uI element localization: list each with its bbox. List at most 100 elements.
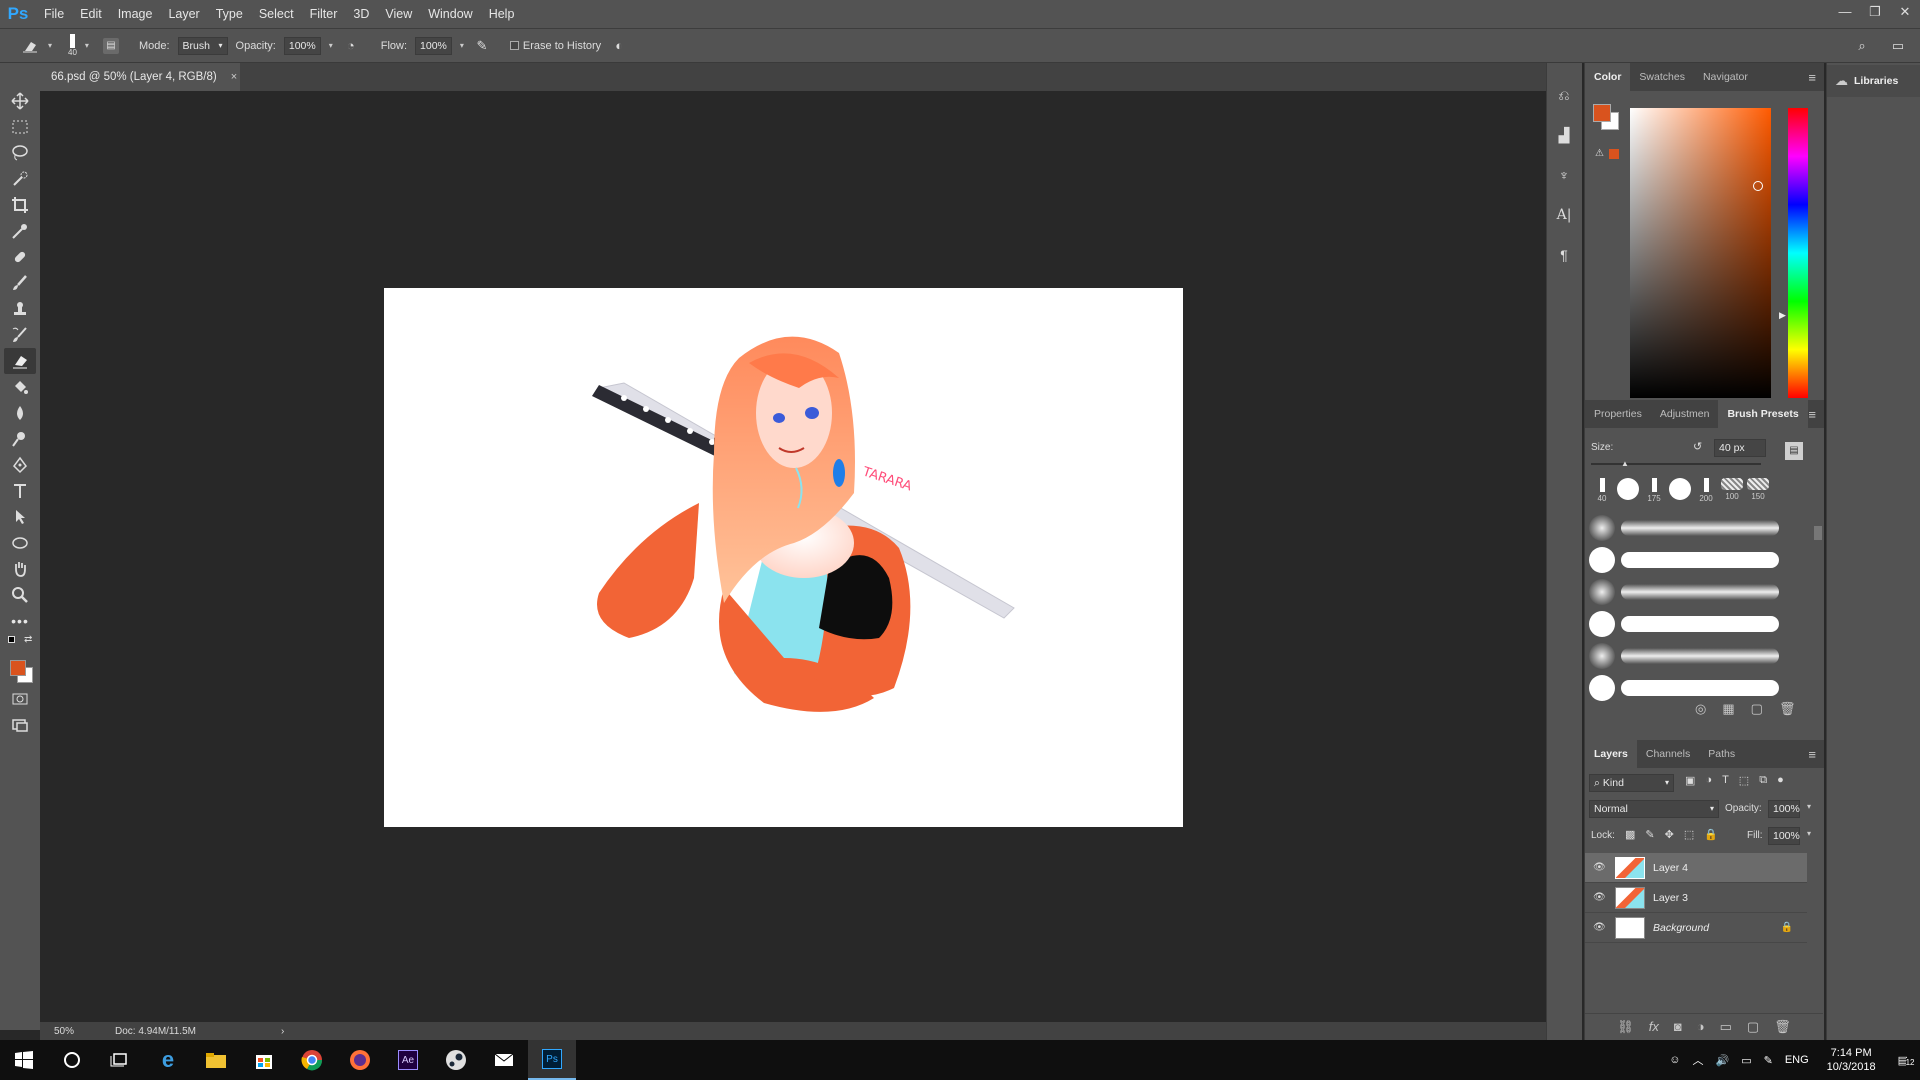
slider-handle[interactable]: ▲ xyxy=(1621,459,1629,468)
brush-tool-icon[interactable] xyxy=(4,270,36,296)
microsoft-store-icon[interactable] xyxy=(240,1040,288,1080)
mail-icon[interactable] xyxy=(480,1040,528,1080)
foreground-color-swatch[interactable] xyxy=(10,660,26,676)
tab-layers[interactable]: Layers xyxy=(1585,740,1637,768)
saturation-value-field[interactable] xyxy=(1630,108,1771,398)
brush-size-preview[interactable]: 40 xyxy=(68,34,77,57)
hue-slider[interactable] xyxy=(1788,108,1808,398)
add-mask-icon[interactable]: ◙ xyxy=(1674,1019,1682,1039)
lock-position-icon[interactable]: ✥ xyxy=(1665,828,1674,841)
layer-opacity-field[interactable]: 100% xyxy=(1768,800,1800,818)
photoshop-taskbar-icon[interactable]: Ps xyxy=(528,1040,576,1080)
ellipse-tool-icon[interactable] xyxy=(4,530,36,556)
clone-stamp-tool-icon[interactable] xyxy=(4,296,36,322)
chevron-down-icon[interactable]: ▾ xyxy=(1807,829,1811,838)
restore-icon[interactable]: ❐ xyxy=(1860,0,1890,28)
delete-brush-icon[interactable]: 🗑 xyxy=(1779,701,1796,717)
chevron-down-icon[interactable]: ▾ xyxy=(1807,802,1811,811)
eraser-tool-icon[interactable] xyxy=(20,36,40,56)
filter-smart-object-icon[interactable]: ⧉ xyxy=(1759,774,1767,787)
panel-menu-icon[interactable]: ≡ xyxy=(1808,407,1816,422)
screen-mode-icon[interactable] xyxy=(4,712,36,738)
recent-brush[interactable] xyxy=(1669,478,1691,511)
pressure-size-icon[interactable]: ◐ xyxy=(609,36,629,56)
people-icon[interactable]: ☺ xyxy=(1669,1054,1680,1066)
erase-to-history-toggle[interactable]: Erase to History xyxy=(509,40,601,52)
clone-source-panel-icon[interactable]: ♆ xyxy=(1551,160,1577,190)
brush-preset-item[interactable] xyxy=(1587,640,1810,672)
toggle-brush-panel-icon[interactable]: ◎ xyxy=(1695,701,1706,717)
brush-preset-item[interactable] xyxy=(1587,544,1810,576)
scroll-thumb[interactable] xyxy=(1814,526,1822,540)
link-layers-icon[interactable]: ⛓ xyxy=(1617,1019,1634,1039)
filter-toggle-icon[interactable]: ● xyxy=(1777,774,1784,787)
visibility-eye-icon[interactable]: 👁 xyxy=(1593,862,1607,873)
dodge-tool-icon[interactable] xyxy=(4,426,36,452)
layer-row[interactable]: 👁 Background 🔒 xyxy=(1585,913,1807,943)
menu-help[interactable]: Help xyxy=(481,0,523,28)
input-language[interactable]: ENG xyxy=(1785,1054,1809,1066)
document-tab[interactable]: 66.psd @ 50% (Layer 4, RGB/8) × xyxy=(40,63,240,91)
reset-size-icon[interactable]: ↺ xyxy=(1693,440,1702,453)
recent-brush[interactable]: 175 xyxy=(1643,478,1665,511)
new-preset-icon[interactable]: ▢ xyxy=(1751,701,1763,717)
default-colors-icon[interactable]: ⇄ xyxy=(4,634,36,658)
layer-style-icon[interactable]: fx xyxy=(1649,1019,1659,1039)
windows-start-icon[interactable] xyxy=(0,1040,48,1080)
edge-browser-icon[interactable]: e xyxy=(144,1040,192,1080)
steam-icon[interactable] xyxy=(432,1040,480,1080)
recent-brush[interactable]: 100 xyxy=(1721,478,1743,511)
hand-tool-icon[interactable] xyxy=(4,556,36,582)
pen-tool-icon[interactable] xyxy=(4,452,36,478)
layer-fill-field[interactable]: 100% xyxy=(1768,827,1800,845)
brush-grid-icon[interactable]: ▦ xyxy=(1722,701,1734,717)
tool-preset-dropdown-icon[interactable]: ▾ xyxy=(48,41,52,50)
character-panel-icon[interactable]: A| xyxy=(1551,200,1577,230)
flow-field[interactable]: 100% xyxy=(415,36,452,55)
workspace-icon[interactable]: ▭ xyxy=(1888,36,1908,56)
more-tools-icon[interactable]: ••• xyxy=(4,608,36,634)
tab-swatches[interactable]: Swatches xyxy=(1630,63,1694,91)
opacity-slider-dropdown-icon[interactable]: ▾ xyxy=(329,41,333,50)
firefox-icon[interactable] xyxy=(336,1040,384,1080)
panel-menu-icon[interactable]: ≡ xyxy=(1808,70,1816,85)
airbrush-icon[interactable]: ✎ xyxy=(472,36,492,56)
marquee-tool-icon[interactable] xyxy=(4,114,36,140)
mode-select[interactable]: Brush ▾ xyxy=(177,36,228,55)
gamut-color-swatch[interactable] xyxy=(1609,149,1619,159)
brush-list-scrollbar[interactable] xyxy=(1814,516,1822,696)
brush-preset-item[interactable] xyxy=(1587,608,1810,640)
menu-window[interactable]: Window xyxy=(420,0,480,28)
panel-menu-icon[interactable]: ≡ xyxy=(1808,747,1816,762)
tab-paths[interactable]: Paths xyxy=(1699,740,1744,768)
erase-to-history-checkbox[interactable] xyxy=(509,41,519,50)
layer-thumbnail[interactable] xyxy=(1615,856,1645,879)
lock-all-icon[interactable]: 🔒 xyxy=(1704,828,1718,841)
foreground-color-swatch[interactable] xyxy=(1593,104,1611,122)
close-icon[interactable]: × xyxy=(231,71,237,83)
hue-slider-handle[interactable]: ▶ xyxy=(1779,310,1786,321)
layer-row[interactable]: 👁 Layer 3 xyxy=(1585,883,1807,913)
cortana-search-icon[interactable] xyxy=(48,1040,96,1080)
menu-file[interactable]: File xyxy=(36,0,72,28)
menu-filter[interactable]: Filter xyxy=(302,0,346,28)
flow-slider-dropdown-icon[interactable]: ▾ xyxy=(460,41,464,50)
tab-navigator[interactable]: Navigator xyxy=(1694,63,1757,91)
layer-row[interactable]: 👁 Layer 4 xyxy=(1585,853,1807,883)
filter-adjustment-icon[interactable]: ◑ xyxy=(1705,774,1712,787)
zoom-level[interactable]: 50% xyxy=(54,1026,74,1037)
volume-icon[interactable]: 🔊 xyxy=(1715,1054,1729,1067)
lock-transparent-icon[interactable]: ▩ xyxy=(1625,828,1635,841)
pressure-opacity-icon[interactable]: ◔ xyxy=(341,36,361,56)
adjustment-layer-icon[interactable]: ◑ xyxy=(1697,1019,1705,1039)
eyedropper-tool-icon[interactable] xyxy=(4,218,36,244)
brush-size-slider[interactable]: ▲ xyxy=(1591,459,1761,468)
tab-adjustments[interactable]: Adjustmen xyxy=(1651,400,1719,428)
opacity-field[interactable]: 100% xyxy=(283,36,321,55)
recent-brush[interactable] xyxy=(1617,478,1639,511)
pen-workspace-icon[interactable]: ✎ xyxy=(1764,1054,1773,1067)
show-hidden-icons-icon[interactable]: ︿ xyxy=(1692,1052,1703,1068)
brush-size-field[interactable]: 40 px xyxy=(1714,439,1766,457)
filter-shape-icon[interactable]: ⬚ xyxy=(1739,774,1749,787)
color-picker-ring[interactable] xyxy=(1753,181,1763,191)
